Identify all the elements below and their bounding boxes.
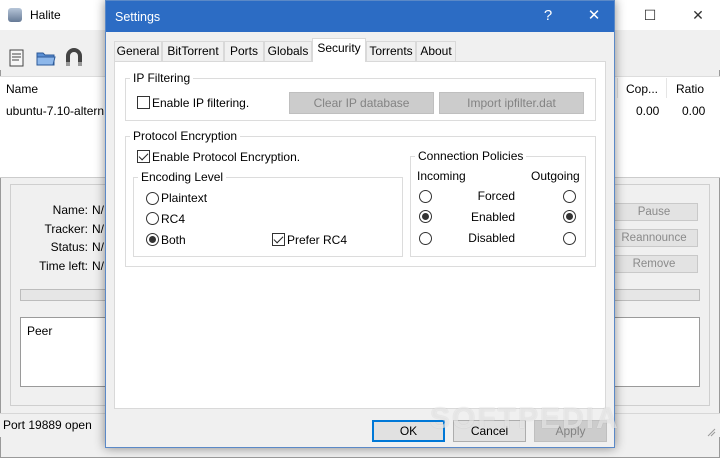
torrent-row-name[interactable]: ubuntu-7.10-altern [6,104,104,118]
tab-general[interactable]: General [114,41,162,61]
pause-button[interactable]: Pause [610,203,698,221]
name-value: N/ [92,203,104,217]
help-icon[interactable]: ? [538,6,558,26]
torrent-row-copies: 0.00 [636,104,660,118]
import-ipfilter-button[interactable]: Import ipfilter.dat [439,92,584,114]
time-left-value: N/ [92,259,104,273]
outgoing-forced-radio[interactable] [563,190,576,203]
settings-title: Settings [115,10,161,24]
tab-about[interactable]: About [416,41,456,61]
tab-globals[interactable]: Globals [264,41,312,61]
connection-policies-legend: Connection Policies [418,149,524,163]
name-label: Name: [52,203,88,217]
incoming-forced-radio[interactable] [419,190,432,203]
incoming-header: Incoming [417,169,466,183]
status-label: Status: [50,240,88,254]
halite-window-title: Halite [30,8,61,22]
enable-ip-filtering-checkbox[interactable] [137,96,150,109]
tracker-label: Tracker: [44,222,88,236]
enable-protocol-encryption-checkbox[interactable] [137,150,150,163]
plaintext-label[interactable]: Plaintext [161,191,207,205]
ip-filtering-legend: IP Filtering [133,71,191,85]
prefer-rc4-label[interactable]: Prefer RC4 [287,233,347,247]
encoding-level-legend: Encoding Level [141,170,224,184]
column-separator [617,78,618,98]
halite-app-icon [8,8,22,22]
status-value: N/ [92,240,104,254]
disabled-label: Disabled [468,231,515,245]
both-label[interactable]: Both [161,233,186,247]
torrent-row-ratio: 0.00 [682,104,706,118]
tab-bittorrent[interactable]: BitTorrent [162,41,224,61]
folder-icon[interactable] [35,48,57,70]
incoming-enabled-radio[interactable] [419,210,432,223]
peer-header: Peer [27,324,53,338]
outgoing-disabled-radio[interactable] [563,232,576,245]
magnet-icon[interactable] [64,48,86,70]
reannounce-button[interactable]: Reannounce [610,229,698,247]
column-separator [666,78,667,98]
column-copies[interactable]: Cop... [626,82,658,96]
incoming-disabled-radio[interactable] [419,232,432,245]
rc4-radio[interactable] [146,212,159,225]
protocol-encryption-legend: Protocol Encryption [133,129,238,143]
outgoing-header: Outgoing [531,169,580,183]
tracker-value: N/ [92,222,104,236]
forced-label: Forced [477,189,515,203]
softpedia-watermark: SOFTPEDIA [430,402,620,435]
clear-ip-database-button[interactable]: Clear IP database [289,92,434,114]
maximize-icon[interactable]: ☐ [640,6,660,24]
status-bar-text: Port 19889 open [3,418,92,432]
plaintext-radio[interactable] [146,192,159,205]
settings-dialog: Settings ? ✕ General BitTorrent Ports Gl… [105,0,615,448]
enable-protocol-encryption-label[interactable]: Enable Protocol Encryption. [152,150,300,164]
tab-torrents[interactable]: Torrents [366,41,416,61]
close-icon[interactable]: ✕ [584,6,604,26]
enabled-label: Enabled [470,210,515,224]
column-name[interactable]: Name [6,82,38,96]
column-ratio[interactable]: Ratio [676,82,704,96]
remove-button[interactable]: Remove [610,255,698,273]
open-torrent-icon[interactable] [7,48,29,70]
resize-grip-icon[interactable] [706,426,716,437]
enable-ip-filtering-label[interactable]: Enable IP filtering. [152,96,249,110]
outgoing-enabled-radio[interactable] [563,210,576,223]
both-radio[interactable] [146,233,159,246]
time-left-label: Time left: [39,259,88,273]
rc4-label[interactable]: RC4 [161,212,185,226]
close-icon[interactable]: ✕ [688,6,708,24]
tab-ports[interactable]: Ports [224,41,264,61]
prefer-rc4-checkbox[interactable] [272,233,285,246]
tab-security[interactable]: Security [312,38,366,62]
